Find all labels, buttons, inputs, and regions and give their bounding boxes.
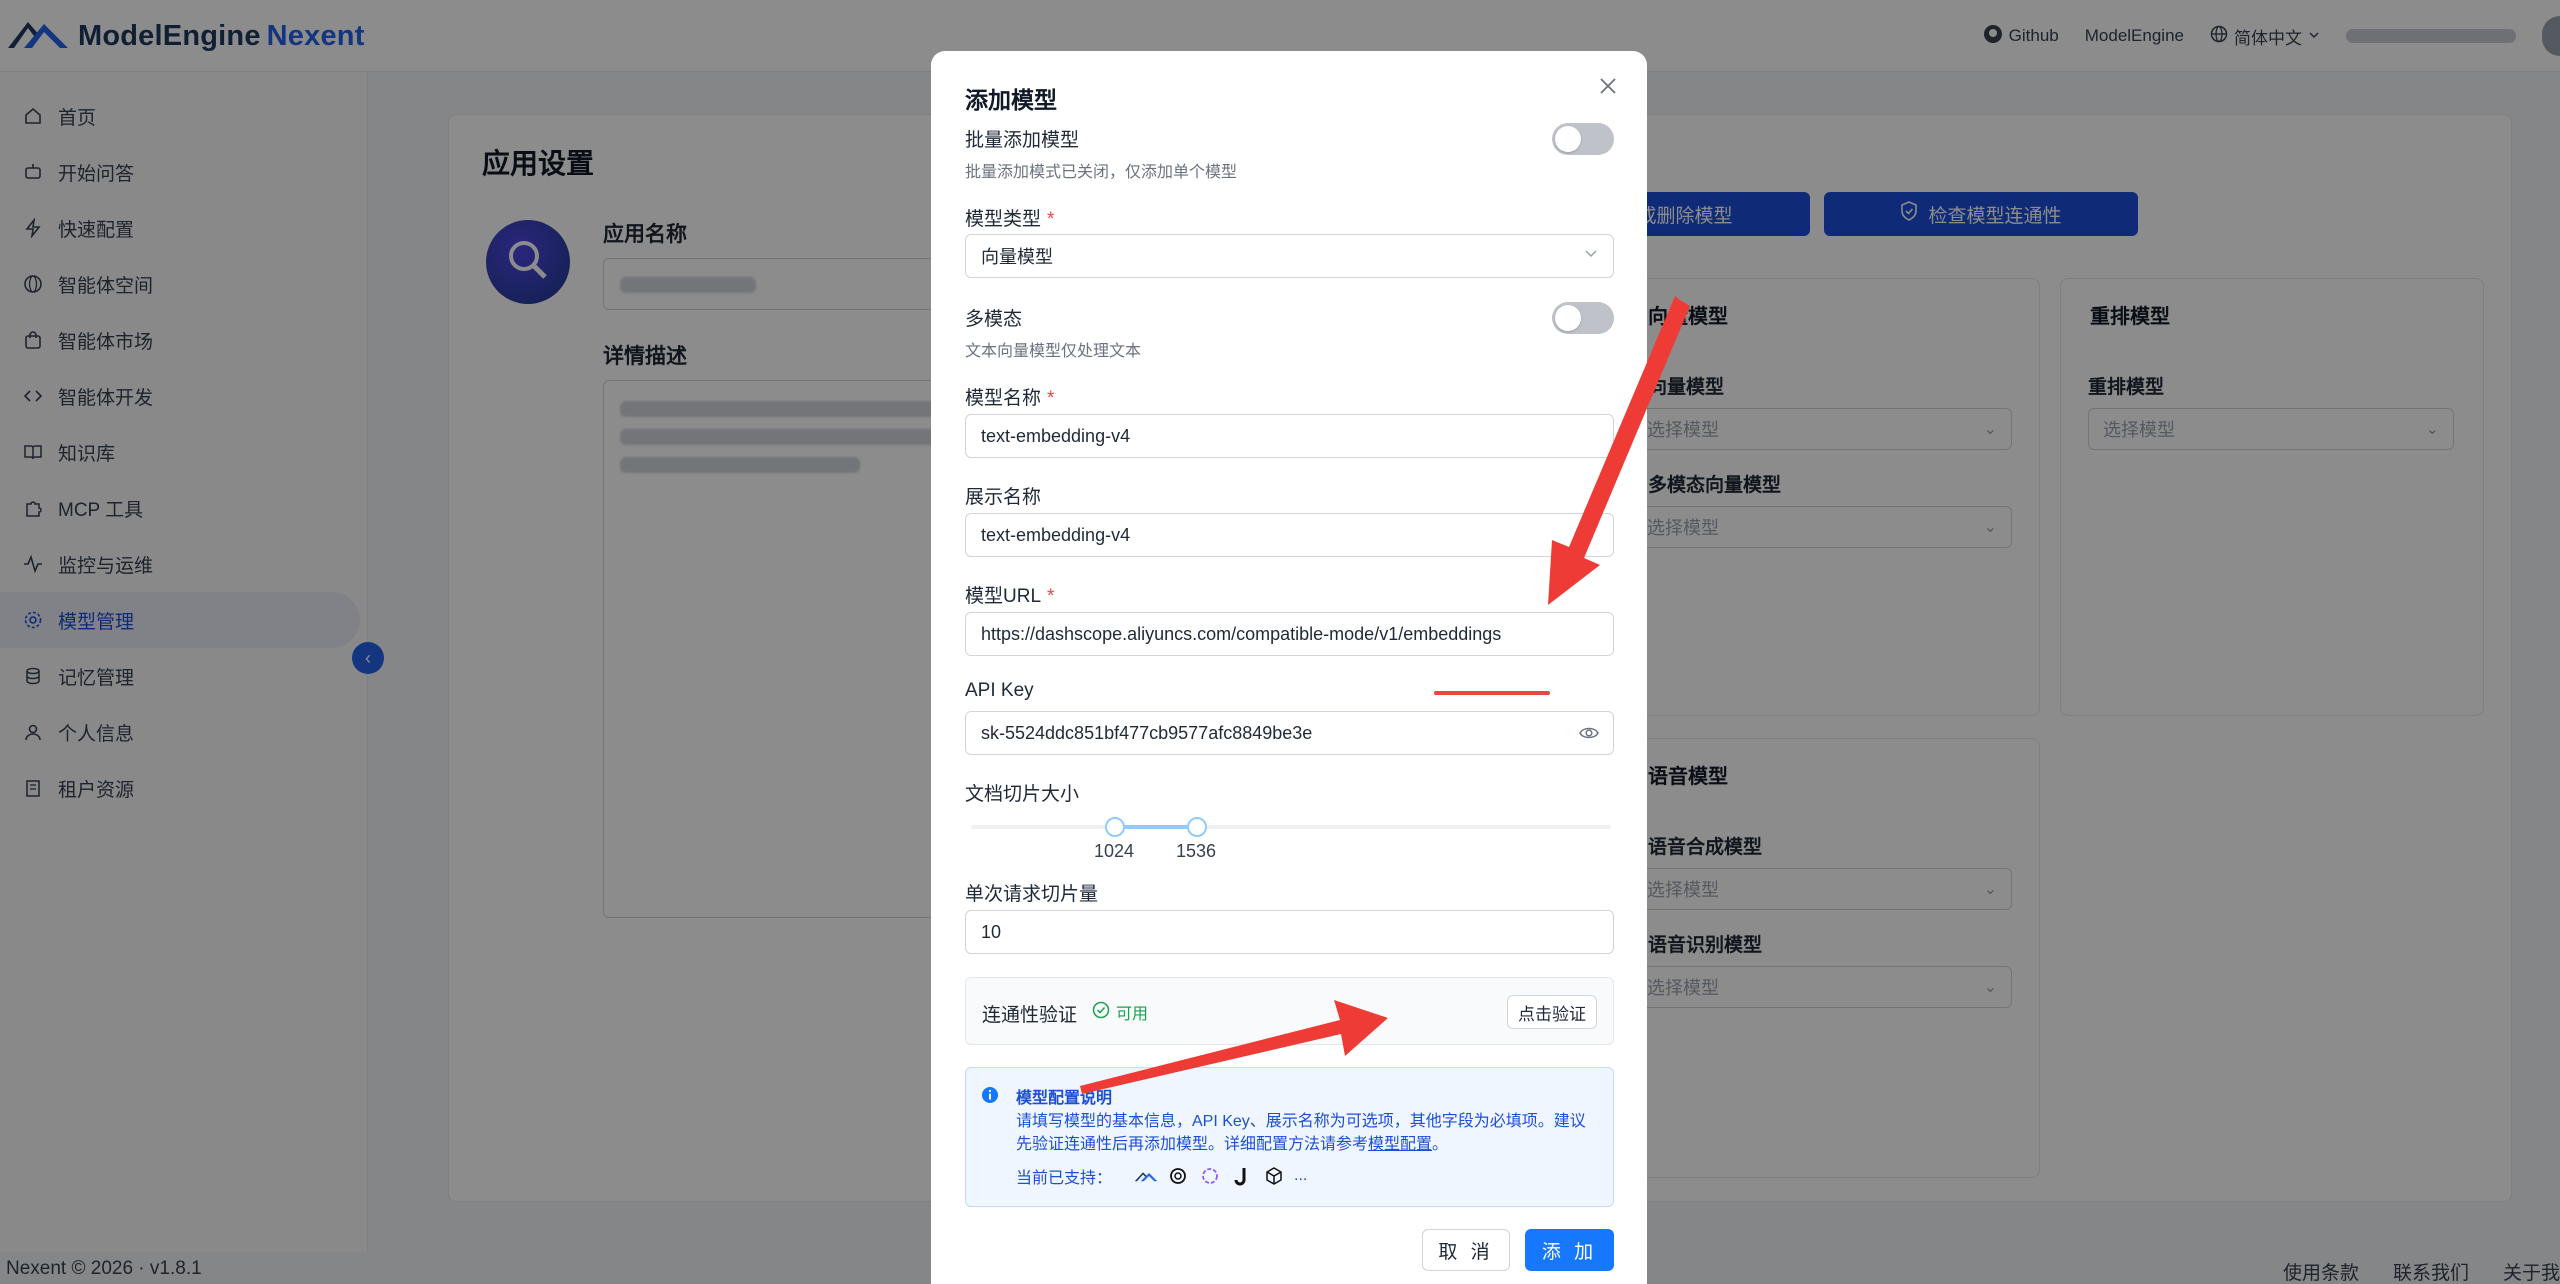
config-info-box: 模型配置说明 请填写模型的基本信息，API Key、展示名称为可选项，其他字段为… [965, 1067, 1614, 1207]
openai-icon [1166, 1165, 1190, 1187]
model-url-input[interactable]: https://dashscope.aliyuncs.com/compatibl… [965, 612, 1614, 656]
chunk-min-value: 1024 [1094, 841, 1135, 861]
api-key-label: API Key [965, 680, 1034, 701]
connectivity-label: 连通性验证 [982, 1005, 1078, 1026]
modelengine-icon [1134, 1165, 1158, 1187]
annotation-underline [1434, 691, 1550, 695]
multimodal-label: 多模态 [965, 309, 1023, 330]
chunk-max-value: 1536 [1176, 841, 1217, 861]
add-button[interactable]: 添 加 [1525, 1229, 1614, 1271]
chunk-size-label: 文档切片大小 [965, 784, 1080, 805]
chunk-size-slider[interactable] [971, 825, 1611, 829]
api-key-input[interactable]: sk-5524ddc851bf477cb9577afc8849be3e [965, 711, 1614, 755]
display-name-input[interactable]: text-embedding-v4 [965, 513, 1614, 557]
cube-icon [1262, 1165, 1286, 1187]
modal-title: 添加模型 [965, 87, 1057, 113]
model-name-label: 模型名称 * [965, 388, 1055, 409]
model-url-label: 模型URL * [965, 586, 1055, 607]
chunk-size-range [1114, 825, 1196, 829]
batch-add-label: 批量添加模型 [965, 130, 1080, 151]
model-name-input[interactable]: text-embedding-v4 [965, 414, 1614, 458]
eye-icon[interactable] [1579, 724, 1599, 747]
status-badge: 可用 [1092, 1000, 1148, 1024]
supported-providers: 当前已支持： ... [1016, 1165, 1308, 1187]
chunk-min-handle[interactable] [1105, 817, 1125, 837]
chunk-max-handle[interactable] [1187, 817, 1207, 837]
jina-icon [1230, 1165, 1254, 1187]
close-icon [1599, 77, 1617, 100]
model-config-link[interactable]: 模型配置 [1368, 1136, 1432, 1153]
gemini-icon [1198, 1165, 1222, 1187]
info-body: 请填写模型的基本信息，API Key、展示名称为可选项，其他字段为必填项。建议先… [1016, 1113, 1586, 1153]
chevron-down-icon [1583, 245, 1599, 266]
model-type-value: 向量模型 [981, 247, 1053, 267]
multimodal-toggle[interactable] [1552, 302, 1614, 334]
verify-button[interactable]: 点击验证 [1507, 995, 1597, 1029]
info-title: 模型配置说明 [1016, 1090, 1113, 1107]
add-model-modal: 添加模型 批量添加模型 批量添加模式已关闭，仅添加单个模型 模型类型 * 向量模型… [931, 51, 1647, 1284]
batch-size-label: 单次请求切片量 [965, 884, 1099, 905]
model-type-label: 模型类型 * [965, 209, 1055, 230]
model-type-select[interactable]: 向量模型 [965, 234, 1614, 278]
check-circle-icon [1092, 1001, 1110, 1024]
batch-size-input[interactable]: 10 [965, 910, 1614, 954]
connectivity-panel: 连通性验证 可用 点击验证 [965, 977, 1614, 1045]
cancel-button[interactable]: 取 消 [1422, 1229, 1510, 1271]
multimodal-hint: 文本向量模型仅处理文本 [965, 343, 1142, 360]
close-button[interactable] [1593, 73, 1623, 103]
batch-add-hint: 批量添加模式已关闭，仅添加单个模型 [965, 164, 1238, 181]
display-name-label: 展示名称 [965, 487, 1042, 508]
batch-add-toggle[interactable] [1552, 123, 1614, 155]
info-icon [981, 1086, 999, 1109]
